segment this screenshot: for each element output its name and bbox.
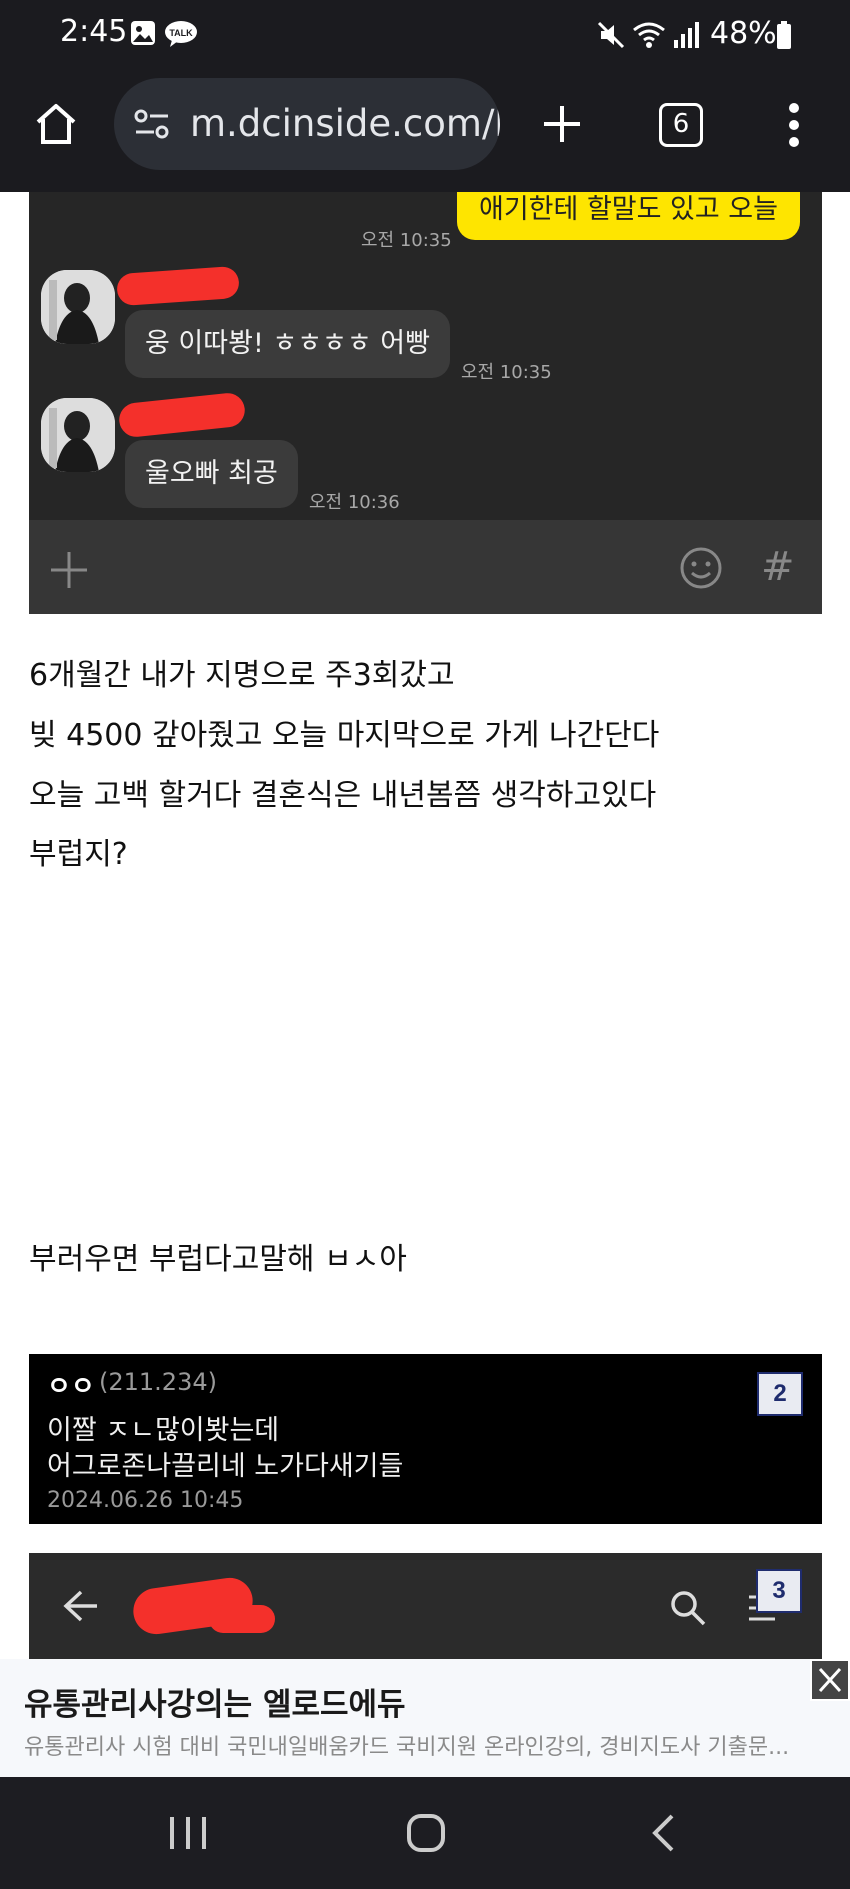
comment-screenshot: ㅇㅇ (211.234) 이짤 ㅈㄴ많이봣는데 어그로존나끌리네 노가다새기들 … [29, 1354, 822, 1524]
battery-icon [776, 20, 792, 54]
more-menu-icon[interactable] [784, 102, 804, 152]
image-number-badge: 3 [756, 1569, 802, 1613]
emoji-icon [679, 546, 723, 594]
plus-icon [49, 550, 89, 594]
chat-input-bar: # [29, 520, 822, 614]
mute-icon [596, 20, 626, 54]
svg-text:TALK: TALK [169, 28, 193, 38]
wifi-icon [632, 20, 666, 54]
signal-icon [672, 20, 700, 54]
site-settings-icon[interactable] [134, 108, 170, 144]
chat-screenshot: 애기한테 할말도 있고 오늘 오전 10:35 웅 이따봥! ㅎㅎㅎㅎ 어빵 오… [29, 192, 822, 614]
avatar [41, 398, 115, 472]
gallery-notification-icon [130, 20, 156, 50]
image-number-badge: 2 [757, 1372, 803, 1416]
status-time: 2:45 [60, 14, 128, 49]
redacted-name [117, 391, 247, 439]
hash-icon: # [761, 544, 795, 590]
tab-count: 6 [672, 109, 690, 139]
url-text: m.dcinside.com/b [190, 102, 500, 145]
ad-close-button[interactable] [810, 1659, 850, 1701]
post-closing-line: 부러우면 부럽다고말해 ㅂㅅ아 [29, 1242, 407, 1277]
my-message-bubble: 애기한테 할말도 있고 오늘 [457, 192, 800, 240]
system-nav-bar [0, 1777, 850, 1889]
chat-message-bubble: 웅 이따봥! ㅎㅎㅎㅎ 어빵 [125, 310, 450, 378]
post-line: 부럽지? [29, 837, 128, 872]
comment-ip: (211.234) [99, 1368, 217, 1396]
status-bar: 2:45 TALK 48% [0, 0, 850, 70]
ad-banner[interactable]: 유통관리사강의는 엘로드에듀 유통관리사 시험 대비 국민내일배움카드 국비지원… [0, 1659, 850, 1777]
post-line: 빚 4500 갚아줬고 오늘 마지막으로 가게 나간단다 [29, 718, 660, 753]
ad-title[interactable]: 유통관리사강의는 엘로드에듀 [24, 1679, 406, 1724]
home-icon[interactable] [32, 100, 80, 152]
back-button-icon[interactable] [650, 1813, 676, 1857]
comment-author: ㅇㅇ [47, 1372, 95, 1402]
browser-toolbar: m.dcinside.com/b 6 [0, 70, 850, 192]
app-header-screenshot: 3 [29, 1553, 822, 1659]
chat-message-time: 오전 10:36 [309, 492, 400, 513]
address-bar[interactable]: m.dcinside.com/b [114, 78, 500, 170]
battery-percent: 48% [710, 16, 777, 51]
tab-switcher-button[interactable]: 6 [659, 103, 703, 147]
search-icon [669, 1589, 707, 1631]
my-message-time: 오전 10:35 [361, 230, 452, 251]
kakaotalk-notification-icon: TALK [164, 20, 198, 52]
comment-text: 어그로존나끌리네 노가다새기들 [47, 1451, 404, 1482]
avatar [41, 270, 115, 344]
chat-message-bubble: 울오빠 최공 [125, 440, 298, 508]
post-line: 6개월간 내가 지명으로 주3회갔고 [29, 658, 455, 693]
new-tab-icon[interactable] [540, 102, 584, 150]
recent-apps-icon[interactable] [168, 1815, 208, 1855]
comment-text: 이짤 ㅈㄴ많이봣는데 [47, 1415, 280, 1446]
post-line: 오늘 고백 할거다 결혼식은 내년봄쯤 생각하고있다 [29, 778, 657, 813]
home-button-icon[interactable] [406, 1813, 446, 1857]
comment-date: 2024.06.26 10:45 [47, 1488, 244, 1513]
ad-description: 유통관리사 시험 대비 국민내일배움카드 국비지원 온라인강의, 경비지도사 기… [24, 1735, 790, 1760]
redacted-name [209, 1605, 275, 1633]
back-arrow-icon [63, 1589, 99, 1627]
redacted-name [116, 265, 240, 307]
chat-message-time: 오전 10:35 [461, 362, 552, 383]
